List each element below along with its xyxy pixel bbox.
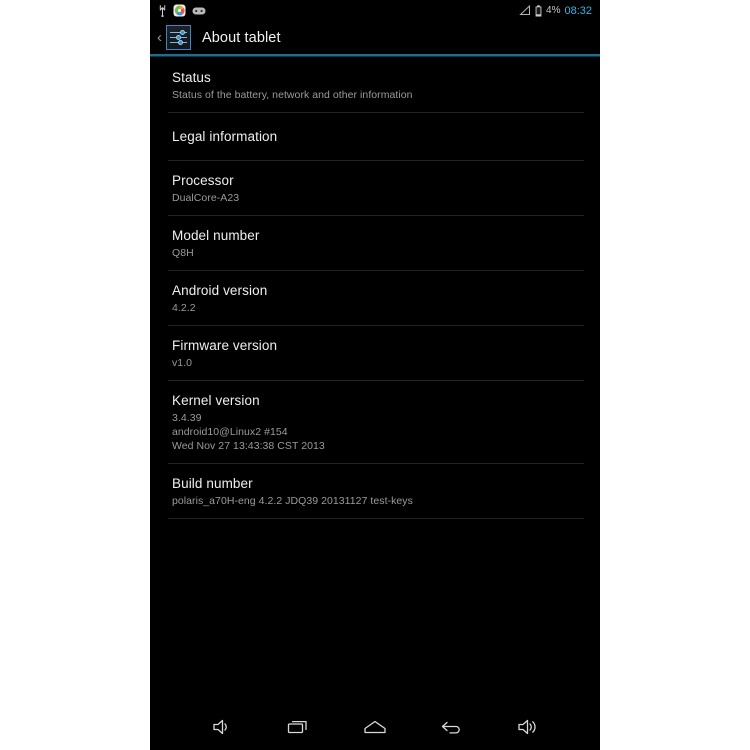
list-item-firmware-version[interactable]: Firmware version v1.0 xyxy=(150,326,600,381)
list-item-build-number[interactable]: Build number polaris_a70H-eng 4.2.2 JDQ3… xyxy=(150,464,600,519)
back-arrow-icon xyxy=(439,717,463,737)
list-item-title: Build number xyxy=(172,476,253,491)
list-item-subline: Status of the battery, network and other… xyxy=(172,89,413,101)
up-chevron-icon[interactable]: ‹ xyxy=(153,30,166,45)
list-item-subline: Q8H xyxy=(172,247,194,259)
list-item-title: Model number xyxy=(172,228,260,243)
list-item-subtitle: 3.4.39 android10@Linux2 #154 Wed Nov 27 … xyxy=(172,411,582,453)
recents-button[interactable] xyxy=(276,707,322,747)
back-button[interactable] xyxy=(428,707,474,747)
battery-percent-label: 4% xyxy=(546,5,561,16)
list-item-subline: v1.0 xyxy=(172,357,193,369)
recent-apps-icon xyxy=(287,717,311,737)
list-item-title: Kernel version xyxy=(172,393,260,408)
sd-card-icon xyxy=(192,6,206,16)
status-bar-system-icons: 4% 08:32 xyxy=(519,5,592,17)
list-item-title: Android version xyxy=(172,283,268,298)
list-item-subline: polaris_a70H-eng 4.2.2 JDQ39 20131127 te… xyxy=(172,495,413,507)
volume-up-button[interactable] xyxy=(505,707,551,747)
list-item-subline: 3.4.39 xyxy=(172,412,202,424)
list-item-subline: android10@Linux2 #154 xyxy=(172,426,288,438)
list-item-subtitle: Status of the battery, network and other… xyxy=(172,88,582,102)
list-item-status[interactable]: Status Status of the battery, network an… xyxy=(150,58,600,113)
action-bar: ‹ About tablet xyxy=(150,21,600,54)
status-bar-notification-icons xyxy=(158,4,206,18)
home-button[interactable] xyxy=(352,707,398,747)
list-item-subline: 4.2.2 xyxy=(172,302,196,314)
settings-list: Status Status of the battery, network an… xyxy=(150,56,600,519)
device-screen: 4% 08:32 ‹ About tablet Status Status of… xyxy=(150,0,600,750)
list-item-subline: Wed Nov 27 13:43:38 CST 2013 xyxy=(172,440,325,452)
list-item-subtitle: Q8H xyxy=(172,246,582,260)
list-item-subtitle: DualCore-A23 xyxy=(172,191,582,205)
home-icon xyxy=(362,717,388,737)
list-item-kernel-version[interactable]: Kernel version 3.4.39 android10@Linux2 #… xyxy=(150,381,600,464)
list-item-subline: DualCore-A23 xyxy=(172,192,240,204)
list-item-subtitle: 4.2.2 xyxy=(172,301,582,315)
usb-icon xyxy=(158,4,167,18)
list-item-title: Status xyxy=(172,70,211,85)
status-bar-clock: 08:32 xyxy=(564,4,592,17)
status-bar[interactable]: 4% 08:32 xyxy=(150,0,600,21)
list-item-subtitle: v1.0 xyxy=(172,356,582,370)
settings-sliders-icon[interactable] xyxy=(166,25,191,50)
list-item-title: Firmware version xyxy=(172,338,278,353)
list-item-title: Legal information xyxy=(172,129,278,144)
list-item-model-number[interactable]: Model number Q8H xyxy=(150,216,600,271)
list-item-android-version[interactable]: Android version 4.2.2 xyxy=(150,271,600,326)
navigation-bar xyxy=(150,704,600,750)
list-item-legal-information[interactable]: Legal information xyxy=(150,113,600,161)
volume-down-icon xyxy=(211,717,233,737)
list-item-processor[interactable]: Processor DualCore-A23 xyxy=(150,161,600,216)
volume-up-icon xyxy=(516,717,540,737)
volume-down-button[interactable] xyxy=(199,707,245,747)
signal-triangle-icon xyxy=(519,4,531,16)
list-item-title: Processor xyxy=(172,173,234,188)
page-title: About tablet xyxy=(202,29,281,46)
header-divider xyxy=(150,54,600,57)
list-item-subtitle: polaris_a70H-eng 4.2.2 JDQ39 20131127 te… xyxy=(172,494,582,508)
gallery-icon xyxy=(173,4,186,17)
page-root: 4% 08:32 ‹ About tablet Status Status of… xyxy=(0,0,750,750)
battery-icon xyxy=(535,4,542,17)
